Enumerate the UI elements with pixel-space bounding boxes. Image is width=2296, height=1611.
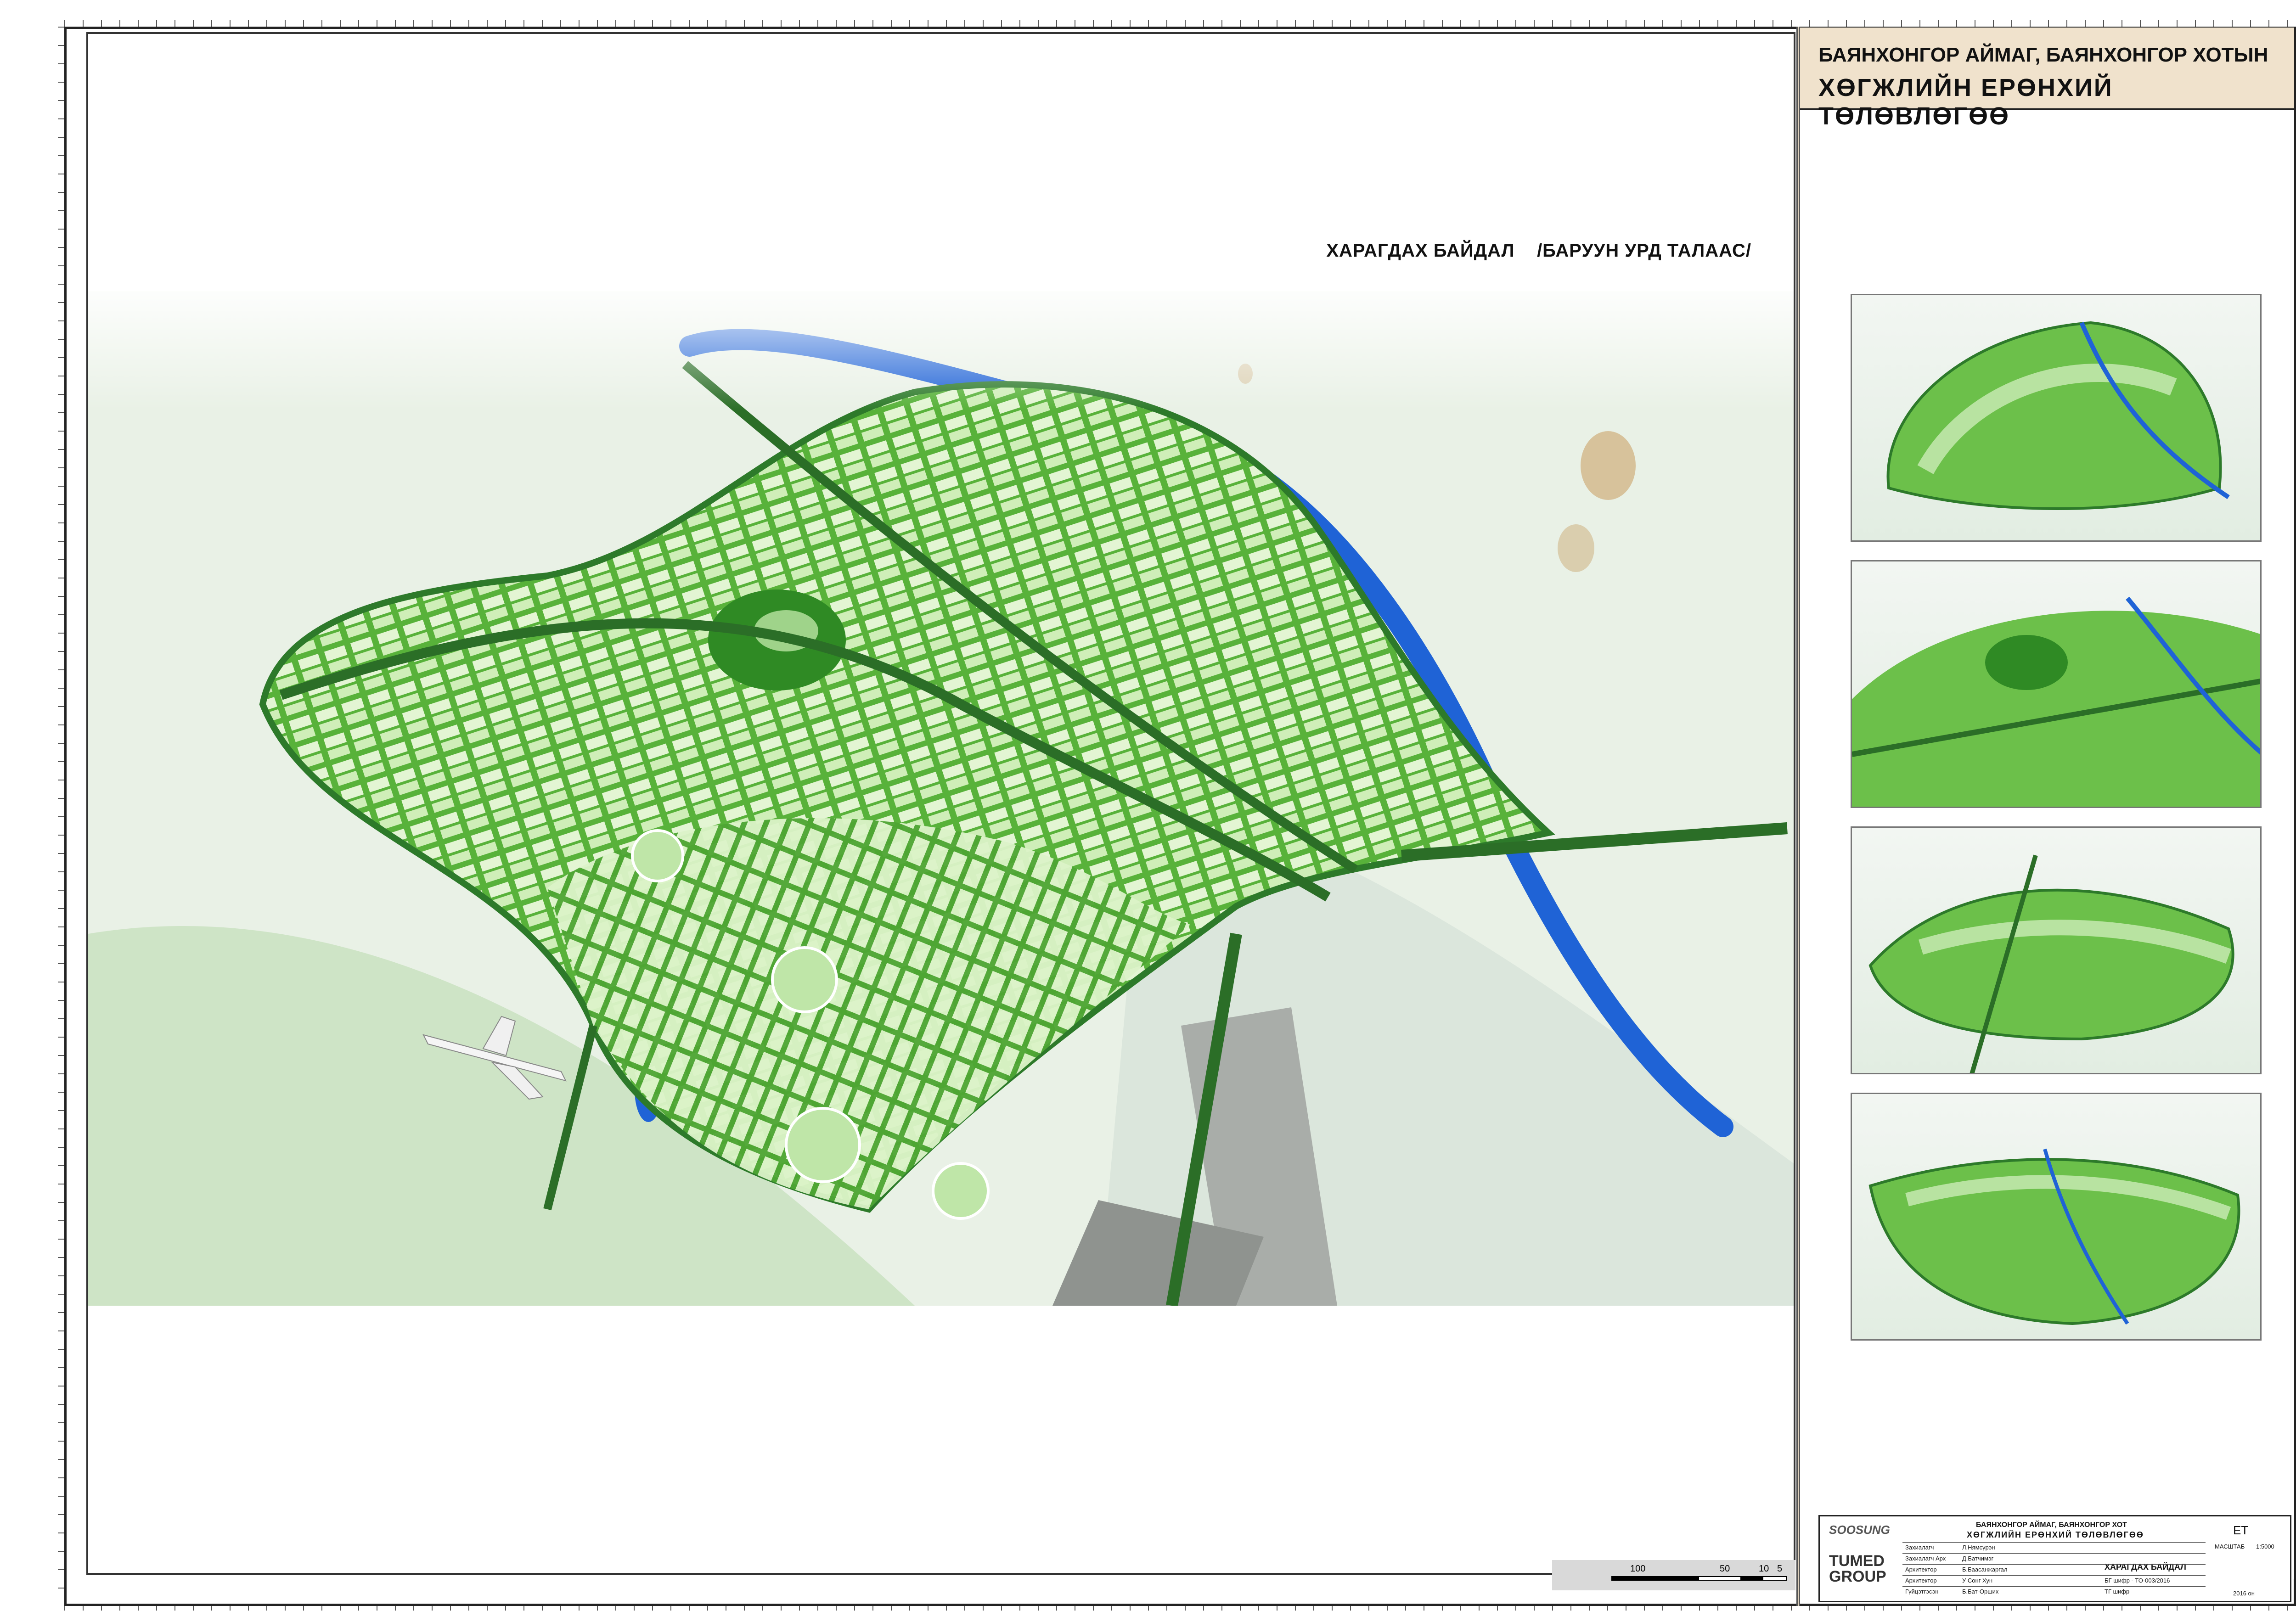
park-circle-4 xyxy=(631,829,684,882)
scale-label-50: 50 xyxy=(1720,1564,1730,1574)
side-panel: БАЯНХОНГОР АЙМАГ, БАЯНХОНГОР ХОТЫН ХӨГЖЛ… xyxy=(1800,28,2294,1579)
view-title: ХАРАГДАХ БАЙДАЛ /БАРУУН УРД ТАЛААС/ xyxy=(1326,241,1751,261)
park-circle-3 xyxy=(932,1162,990,1220)
city-aerial-render xyxy=(88,291,1794,1306)
signature-row-4: Архитектор У Сонг Хун БГ шифр - ТО-003/2… xyxy=(1902,1575,2206,1586)
project-title-line2: ХӨГЖЛИЙН ЕРӨНХИЙ ТӨЛӨВЛӨГӨӨ xyxy=(1818,74,2113,130)
brand-logo-top: SOOSUNG xyxy=(1829,1523,1890,1537)
signature-row-2: Захиалагч Арх Д.Батчимэг xyxy=(1902,1553,2206,1564)
project-name-line2: ХӨГЖЛИЙН ЕРӨНХИЙ ТӨЛӨВЛӨГӨӨ xyxy=(1967,1530,2144,1539)
signature-row-1: Захиалагч Л.Нямсүрэн xyxy=(1902,1542,2206,1553)
title-block: SOOSUNG TUMED GROUP БАЯНХОНГОР АЙМАГ, БА… xyxy=(1818,1515,2291,1602)
year: 2016 он xyxy=(2233,1590,2255,1597)
scale-bar: 100 50 10 5 xyxy=(1552,1560,1795,1590)
scale-value: 1:5000 xyxy=(2256,1543,2274,1550)
thumbnail-view-3 xyxy=(1851,826,2262,1074)
frame-ruler-left xyxy=(58,27,64,1606)
thumbnail-view-4 xyxy=(1851,1093,2262,1341)
side-separator xyxy=(1796,27,1800,1606)
sheet-code: ET xyxy=(2233,1523,2249,1537)
frame-ruler-top xyxy=(64,20,2296,27)
scale-label-5: 5 xyxy=(1777,1564,1783,1574)
park-circle-1 xyxy=(771,946,838,1013)
balloon-2 xyxy=(1558,524,1594,572)
project-title-line1: БАЯНХОНГОР АЙМАГ, БАЯНХОНГОР ХОТЫН xyxy=(1818,44,2268,66)
thumbnail-view-1 xyxy=(1851,294,2262,542)
balloon-1 xyxy=(1581,431,1636,500)
scale-label-100: 100 xyxy=(1630,1564,1646,1574)
thumbnail-view-2 xyxy=(1851,560,2262,808)
signature-row-3: Архитектор Б.Баасанжаргал xyxy=(1902,1564,2206,1575)
project-name-line1: БАЯНХОНГОР АЙМАГ, БАЯНХОНГОР ХОТ xyxy=(1976,1521,2127,1529)
frame-ruler-bottom xyxy=(64,1606,2296,1611)
signature-row-5: Гүйцэтгэсэн Б.Бат-Орших ТГ шифр xyxy=(1902,1586,2206,1597)
main-sheet: ХАРАГДАХ БАЙДАЛ /БАРУУН УРД ТАЛААС/ xyxy=(86,32,1795,1575)
scale-label-10: 10 xyxy=(1759,1564,1769,1574)
park-circle-2 xyxy=(785,1107,861,1183)
side-header: БАЯНХОНГОР АЙМАГ, БАЯНХОНГОР ХОТЫН ХӨГЖЛ… xyxy=(1800,28,2294,130)
brand-logo-bottom: TUMED GROUP xyxy=(1829,1552,1886,1585)
city-map-svg xyxy=(88,291,1794,1306)
scale-label: МАСШТАБ xyxy=(2215,1543,2245,1550)
sky-fog xyxy=(88,291,1794,410)
